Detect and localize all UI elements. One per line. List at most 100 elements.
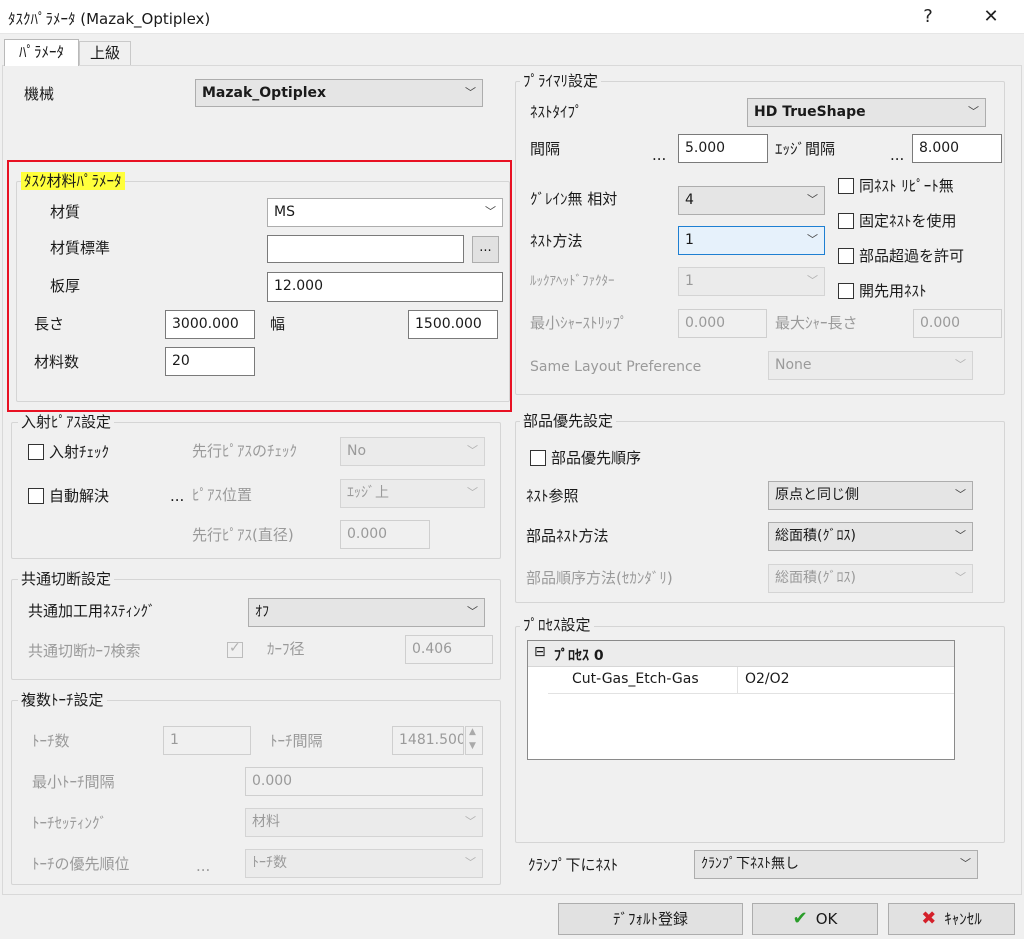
auto-resolve-checkbox[interactable] [28,488,44,504]
material-type-dropdown[interactable]: MS ﹀ [267,198,503,227]
nest-method-label: ﾈｽﾄ方法 [530,232,583,250]
prepierce-check-dropdown[interactable]: No ﹀ [340,437,485,466]
grain-value: 4 [685,192,694,208]
max-shear-input[interactable]: 0.000 [913,309,1002,338]
chevron-down-icon: ﹀ [465,86,476,99]
torch-setting-dropdown[interactable]: 材料 ﹀ [245,808,483,837]
fixed-nest-label: 固定ﾈｽﾄを使用 [859,212,957,230]
nest-ref-value: 原点と同じ側 [775,487,859,503]
part-nest-method-value: 総面積(ｸﾞﾛｽ) [775,528,856,544]
ok-label: OK [815,910,838,928]
max-shear-label: 最大ｼｬｰ長さ [775,314,858,332]
torch-priority-label: ﾄｰﾁの優先順位 [32,855,130,873]
machine-label: 機械 [24,85,55,103]
width-input[interactable]: 1500.000 [408,310,498,339]
sheet-count-input[interactable]: 20 [165,347,255,376]
part-order2-value: 総面積(ｸﾞﾛｽ) [775,570,856,586]
chevron-down-icon: ﹀ [807,193,818,206]
process-property-row[interactable]: Cut-Gas_Etch-Gas O2/O2 [548,667,954,694]
min-torch-spacing-input[interactable]: 0.000 [245,767,483,796]
chevron-down-icon: ﹀ [955,488,966,501]
part-order-checkbox[interactable] [530,450,546,466]
material-standard-browse-button[interactable]: ... [472,236,499,263]
save-default-button[interactable]: ﾃﾞﾌｫﾙﾄ登録 [558,903,743,935]
torch-count-input[interactable]: 1 [163,726,251,755]
lookahead-dropdown[interactable]: 1 ﹀ [678,267,825,296]
process-property-value: O2/O2 [745,671,790,687]
clamp-label: ｸﾗﾝﾌﾟ下にﾈｽﾄ [528,856,619,874]
process-node-label: ﾌﾟﾛｾｽ 0 [554,648,604,664]
window-title: ﾀｽｸﾊﾟﾗﾒｰﾀ (Mazak_Optiplex) [8,10,211,28]
column-divider [737,667,738,694]
chevron-down-icon: ﹀ [485,205,496,218]
chevron-down-icon: ﹀ [955,571,966,584]
common-nesting-value: ｵﾌ [255,604,269,620]
no-repeat-label: 同ﾈｽﾄ ﾘﾋﾟｰﾄ無 [859,177,954,195]
fixed-nest-checkbox[interactable] [838,213,854,229]
pierce-position-dropdown[interactable]: ｴｯｼﾞ上 ﹀ [340,479,485,508]
chevron-down-icon: ﹀ [465,856,476,869]
allow-over-label: 部品超過を許可 [859,247,965,265]
chevron-down-icon: ﹀ [465,815,476,828]
torch-count-label: ﾄｰﾁ数 [32,732,70,750]
torch-spacing-input[interactable]: 1481.500 [392,726,464,755]
length-input[interactable]: 3000.000 [165,310,255,339]
spin-up-icon[interactable]: ▲ [469,727,476,737]
spin-down-icon[interactable]: ▼ [469,741,476,751]
prepierce-check-value: No [347,443,367,459]
tab-advanced[interactable]: 上級 [79,41,131,65]
lookahead-value: 1 [685,273,694,289]
chevron-down-icon: ﹀ [955,358,966,371]
spacing-input[interactable]: 5.000 [678,134,768,163]
nest-method-dropdown[interactable]: 1 ﹀ [678,226,825,255]
chevron-down-icon: ﹀ [968,105,979,118]
part-nest-method-dropdown[interactable]: 総面積(ｸﾞﾛｽ) ﹀ [768,522,973,551]
open-nest-checkbox[interactable] [838,283,854,299]
torch-spacing-spinner[interactable]: ▲ ▼ [465,726,483,755]
cancel-button[interactable]: ✖ ｷｬﾝｾﾙ [888,903,1015,935]
entry-check-label: 入射ﾁｪｯｸ [49,443,110,461]
tab-parameters[interactable]: ﾊﾟﾗﾒｰﾀ [4,39,79,66]
nest-type-dropdown[interactable]: HD TrueShape ﹀ [747,98,986,127]
no-repeat-checkbox[interactable] [838,178,854,194]
part-nest-method-label: 部品ﾈｽﾄ方法 [526,527,609,545]
cancel-label: ｷｬﾝｾﾙ [944,910,982,928]
collapse-icon[interactable]: ⊟ [534,644,546,660]
lookahead-label: ﾙｯｸｱﾍｯﾄﾞﾌｧｸﾀｰ [530,274,615,289]
entry-check-checkbox[interactable] [28,444,44,460]
auto-resolve-label: 自動解決 [49,487,110,505]
common-nesting-dropdown[interactable]: ｵﾌ ﹀ [248,598,485,627]
kerf-input[interactable]: 0.406 [405,635,493,664]
check-icon: ✓ [229,640,241,656]
material-standard-input[interactable] [267,235,464,263]
allow-over-checkbox[interactable] [838,248,854,264]
process-tree[interactable]: ⊟ ﾌﾟﾛｾｽ 0 Cut-Gas_Etch-Gas O2/O2 [527,640,955,760]
kerf-search-checkbox[interactable]: ✓ [227,640,243,658]
help-button[interactable]: ? [905,4,951,30]
chevron-down-icon: ﹀ [467,605,478,618]
torch-priority-dropdown[interactable]: ﾄｰﾁ数 ﹀ [245,849,483,878]
ok-button[interactable]: ✔ OK [752,903,878,935]
pierce-legend: 入射ﾋﾟｱｽ設定 [18,413,115,431]
clamp-dropdown[interactable]: ｸﾗﾝﾌﾟ下ﾈｽﾄ無し ﹀ [694,850,978,879]
common-cut-group [11,579,501,680]
grain-dropdown[interactable]: 4 ﹀ [678,186,825,215]
thickness-input[interactable]: 12.000 [267,272,503,302]
same-layout-dropdown[interactable]: None ﹀ [768,351,973,380]
prepierce-diameter-input[interactable]: 0.000 [340,520,430,549]
multi-torch-legend: 複数ﾄｰﾁ設定 [18,691,107,709]
close-button[interactable]: ✕ [968,4,1014,30]
nest-type-value: HD TrueShape [754,104,866,120]
machine-dropdown[interactable]: Mazak_Optiplex ﹀ [195,79,483,107]
thickness-label: 板厚 [50,277,81,295]
min-shear-input[interactable]: 0.000 [678,309,767,338]
process-property-name: Cut-Gas_Etch-Gas [572,671,699,687]
machine-value: Mazak_Optiplex [202,85,327,101]
nest-ref-dropdown[interactable]: 原点と同じ側 ﹀ [768,481,973,510]
length-label: 長さ [34,315,65,333]
edge-spacing-input[interactable]: 8.000 [912,134,1002,163]
process-node-row[interactable]: ⊟ ﾌﾟﾛｾｽ 0 [528,641,954,667]
nest-type-label: ﾈｽﾄﾀｲﾌﾟ [530,103,583,121]
part-order2-dropdown[interactable]: 総面積(ｸﾞﾛｽ) ﹀ [768,564,973,593]
clamp-value: ｸﾗﾝﾌﾟ下ﾈｽﾄ無し [701,856,799,872]
